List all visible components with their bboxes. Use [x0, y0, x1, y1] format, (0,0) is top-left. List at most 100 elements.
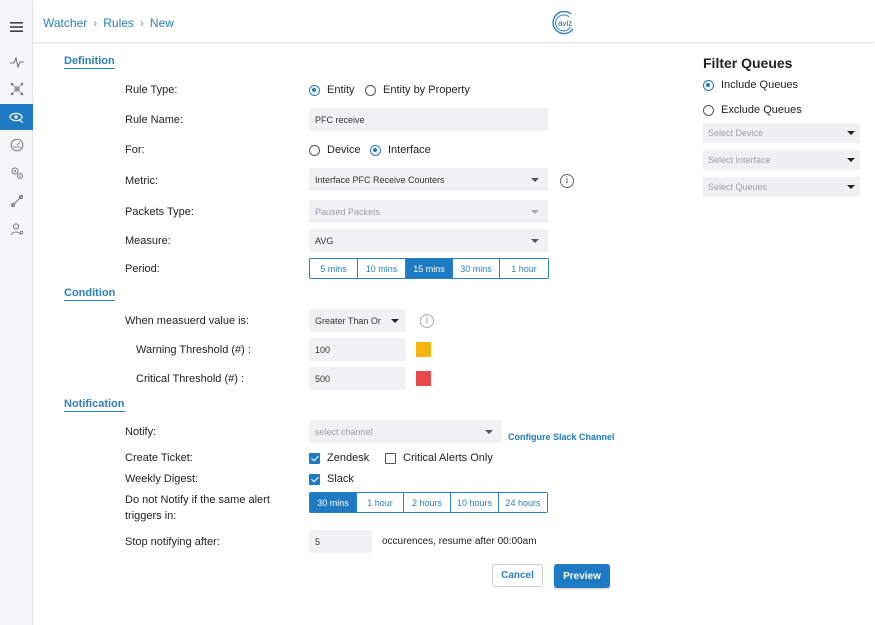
select-interface-dropdown[interactable]: Select Interface	[703, 150, 860, 170]
stop-notifying-label: Stop notifying after:	[125, 536, 220, 548]
notify-option-24-hours[interactable]: 24 hours	[499, 493, 547, 512]
notify-option-2-hours[interactable]: 2 hours	[404, 493, 451, 512]
notify-option-1-hour[interactable]: 1 hour	[357, 493, 404, 512]
chevron-down-icon	[847, 185, 855, 189]
warning-color-swatch[interactable]	[416, 342, 431, 357]
cancel-button[interactable]: Cancel	[492, 564, 543, 587]
radio-label: Entity by Property	[383, 84, 470, 96]
warning-threshold-input[interactable]: 100	[309, 338, 406, 361]
checkbox-label: Slack	[327, 473, 354, 485]
stop-notifying-input[interactable]: 5	[309, 530, 372, 553]
critical-threshold-label: Critical Threshold (#) :	[136, 373, 244, 385]
chevron-down-icon	[485, 429, 493, 434]
breadcrumb-rules[interactable]: Rules	[103, 16, 134, 30]
include-queues-radio[interactable]: Include Queues	[703, 79, 798, 91]
rule-name-input[interactable]: PFC receive	[309, 108, 548, 131]
notification-section-title: Notification	[64, 398, 125, 412]
chevron-down-icon	[847, 131, 855, 135]
do-not-notify-label-line2: triggers in:	[125, 510, 177, 522]
for-interface-radio[interactable]: Interface	[370, 144, 431, 156]
packets-type-label: Packets Type:	[125, 206, 194, 218]
notify-label: Notify:	[125, 426, 157, 438]
packets-type-select[interactable]: Paused Packets	[309, 200, 548, 223]
radio-label: Device	[327, 144, 361, 156]
connection-icon[interactable]	[0, 188, 33, 214]
checkbox-checked-icon	[309, 452, 320, 464]
info-icon[interactable]: i	[420, 314, 434, 328]
radio-label: Entity	[327, 84, 355, 96]
filter-queues-title: Filter Queues	[703, 55, 793, 71]
for-device-radio[interactable]: Device	[309, 144, 361, 156]
sidebar	[0, 0, 33, 625]
checkbox-label: Critical Alerts Only	[403, 452, 493, 464]
period-option-30-mins[interactable]: 30 mins	[453, 259, 500, 278]
metric-select[interactable]: Interface PFC Receive Counters	[309, 168, 548, 191]
logo-text: aviz	[558, 19, 572, 28]
rule-type-entity-radio[interactable]: Entity	[309, 84, 355, 96]
rule-type-label: Rule Type:	[125, 84, 178, 96]
definition-section-title: Definition	[64, 55, 115, 69]
period-segmented-control: 5 mins 10 mins 15 mins 30 mins 1 hour	[309, 258, 549, 279]
period-option-1-hour[interactable]: 1 hour	[500, 259, 548, 278]
exclude-queues-radio[interactable]: Exclude Queues	[703, 104, 802, 116]
measure-value: AVG	[315, 235, 334, 246]
checkbox-checked-icon	[309, 473, 320, 485]
top-header: Watcher › Rules › New aviz	[33, 0, 875, 43]
select-queues-dropdown[interactable]: Select Queues	[703, 177, 860, 197]
comparison-value: Greater Than Or	[315, 315, 381, 326]
metric-label: Metric:	[125, 175, 158, 187]
info-icon[interactable]: i	[560, 174, 574, 188]
radio-label: Exclude Queues	[721, 104, 802, 116]
measure-select[interactable]: AVG	[309, 229, 548, 252]
breadcrumb-separator-icon: ›	[93, 16, 98, 30]
configure-slack-channel-link[interactable]: Configure Slack Channel	[508, 432, 615, 442]
breadcrumb: Watcher › Rules › New	[43, 16, 174, 30]
select-queues-placeholder: Select Queues	[708, 182, 768, 192]
chevron-down-icon	[847, 158, 855, 162]
breadcrumb-watcher[interactable]: Watcher	[43, 16, 87, 30]
select-device-placeholder: Select Device	[708, 128, 764, 138]
critical-alerts-only-checkbox[interactable]: Critical Alerts Only	[385, 452, 493, 464]
notify-channel-placeholder: select channel	[315, 426, 373, 437]
notify-option-10-hours[interactable]: 10 hours	[451, 493, 499, 512]
preview-button[interactable]: Preview	[554, 564, 610, 588]
warning-threshold-label: Warning Threshold (#) :	[136, 344, 251, 356]
rule-type-entity-by-property-radio[interactable]: Entity by Property	[365, 84, 470, 96]
radio-unselected-icon	[365, 84, 376, 96]
hamburger-menu-icon[interactable]	[0, 14, 33, 40]
radio-label: Include Queues	[721, 79, 799, 91]
radio-label: Interface	[388, 144, 431, 156]
select-device-dropdown[interactable]: Select Device	[703, 123, 860, 143]
period-option-5-mins[interactable]: 5 mins	[310, 259, 358, 278]
network-icon[interactable]	[0, 76, 33, 102]
breadcrumb-separator-icon: ›	[139, 16, 144, 30]
user-icon[interactable]	[0, 216, 33, 242]
select-interface-placeholder: Select Interface	[708, 155, 771, 165]
condition-section-title: Condition	[64, 287, 116, 301]
settings-gears-icon[interactable]	[0, 160, 33, 186]
zendesk-checkbox[interactable]: Zendesk	[309, 452, 369, 464]
pulse-icon[interactable]	[0, 49, 33, 75]
aviz-logo: aviz	[549, 9, 579, 37]
watcher-eye-icon[interactable]	[0, 104, 33, 130]
checkbox-unchecked-icon	[385, 452, 396, 464]
app-root: Watcher › Rules › New aviz Definition Ru…	[0, 0, 875, 625]
stop-notifying-suffix: occurences, resume after 00:00am	[382, 536, 537, 547]
radio-unselected-icon	[703, 104, 714, 116]
critical-threshold-input[interactable]: 500	[309, 367, 406, 390]
comparison-select[interactable]: Greater Than Or	[309, 309, 406, 332]
chevron-down-icon	[391, 318, 399, 323]
chevron-down-icon	[531, 177, 539, 182]
dashboard-gauge-icon[interactable]	[0, 132, 33, 158]
breadcrumb-new: New	[149, 16, 174, 30]
radio-selected-icon	[703, 79, 714, 91]
notify-option-30-mins[interactable]: 30 mins	[310, 493, 357, 512]
do-not-notify-segmented-control: 30 mins 1 hour 2 hours 10 hours 24 hours	[309, 492, 548, 513]
period-option-10-mins[interactable]: 10 mins	[358, 259, 406, 278]
packets-type-value: Paused Packets	[315, 206, 381, 217]
slack-checkbox[interactable]: Slack	[309, 473, 354, 485]
notify-channel-select[interactable]: select channel	[309, 420, 502, 443]
weekly-digest-label: Weekly Digest:	[125, 473, 199, 485]
period-option-15-mins[interactable]: 15 mins	[406, 259, 453, 278]
critical-color-swatch[interactable]	[416, 371, 431, 386]
